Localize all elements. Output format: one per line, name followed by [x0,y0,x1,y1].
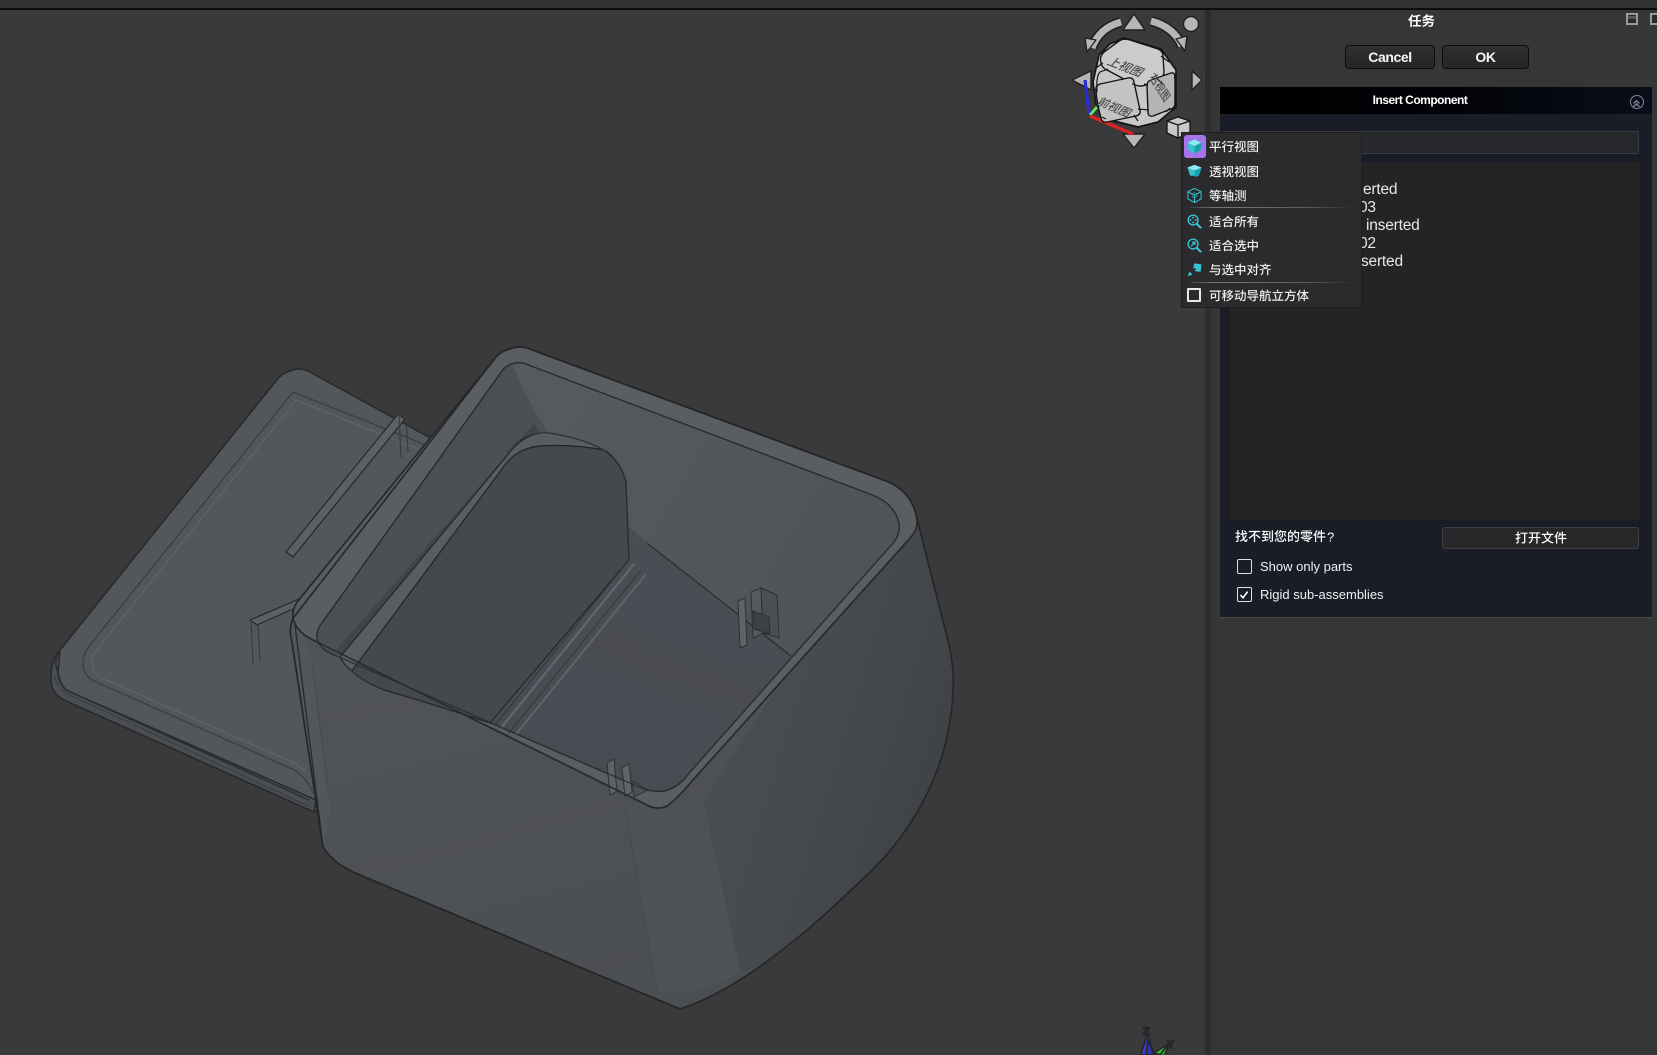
svg-text:?: ? [1327,530,1334,545]
